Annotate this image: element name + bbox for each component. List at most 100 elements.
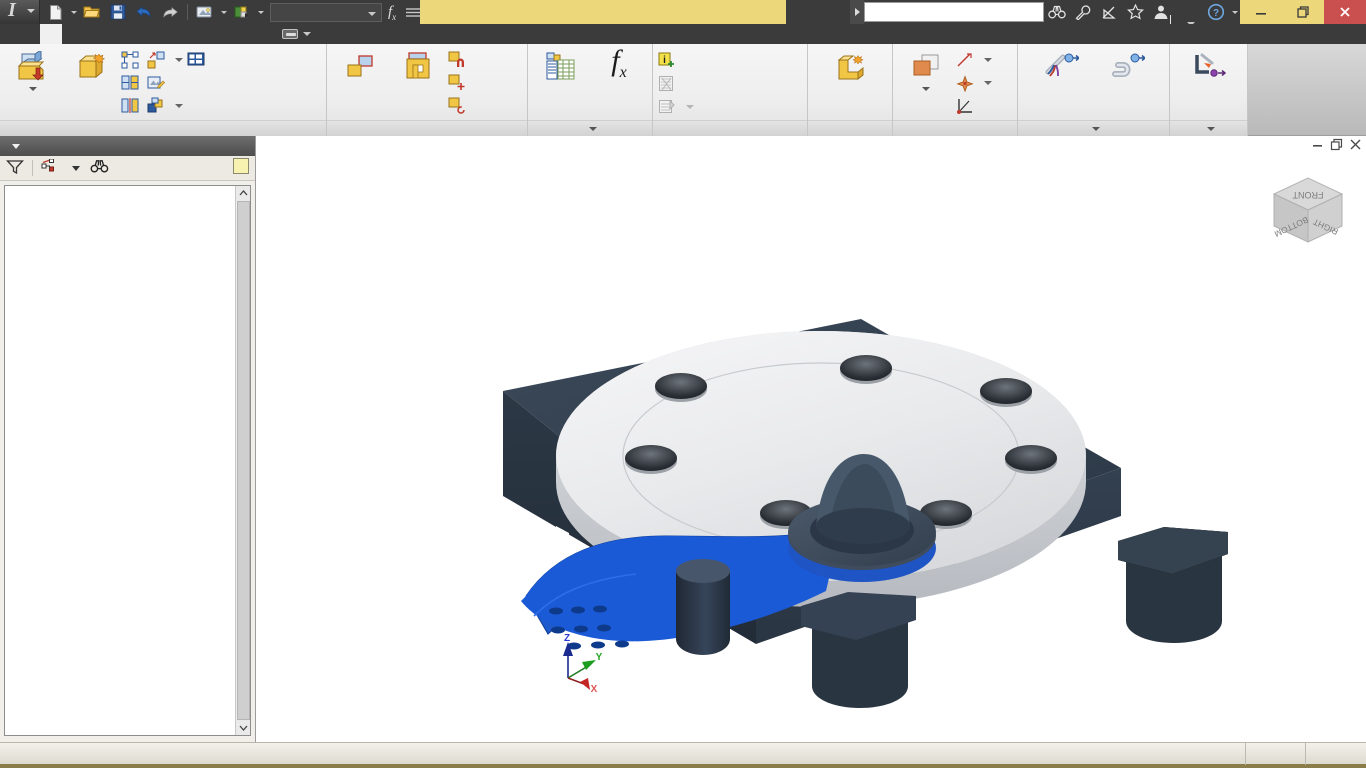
grip-snap-button[interactable] <box>447 48 473 71</box>
help-dropdown[interactable] <box>1228 0 1240 24</box>
help-button[interactable]: ? <box>1204 0 1228 24</box>
document-minimize-button[interactable] <box>1311 138 1324 154</box>
convert-weldment-button[interactable] <box>1176 47 1242 85</box>
graphics-viewport[interactable]: FRONT BOTTOM RIGHT Z Y X <box>256 136 1366 742</box>
icopy-button[interactable] <box>186 48 212 71</box>
create-ipart-button[interactable]: i <box>657 49 697 72</box>
create-substitutes-button[interactable] <box>817 47 883 85</box>
new-document-dropdown[interactable] <box>68 1 79 23</box>
assemble-icon <box>401 49 435 85</box>
tab-environments[interactable] <box>194 24 216 44</box>
binoculars-find-icon[interactable] <box>90 159 109 177</box>
document-restore-button[interactable] <box>1330 138 1343 154</box>
ribbon-display-options[interactable] <box>260 24 311 44</box>
satellite-dish-icon[interactable] <box>1096 0 1122 24</box>
chevron-down-icon <box>29 87 37 91</box>
place-component-button[interactable] <box>4 47 62 91</box>
assembly-view-icon <box>41 158 58 177</box>
chevron-down-icon <box>588 126 597 131</box>
mirror-icon <box>120 96 140 116</box>
undo-button[interactable] <box>131 1 157 23</box>
tab-manage[interactable] <box>150 24 172 44</box>
rotate-icon <box>447 96 467 116</box>
material-dropdown[interactable] <box>255 1 266 23</box>
assembly-view-selector[interactable] <box>41 158 80 177</box>
assembly-3d-model[interactable] <box>256 196 1366 742</box>
move-button[interactable] <box>447 71 473 94</box>
restore-button[interactable] <box>1282 0 1324 24</box>
pattern-icon <box>120 50 140 70</box>
open-folder-button[interactable] <box>79 1 105 23</box>
appearance-button[interactable] <box>192 1 218 23</box>
cable-harness-button[interactable] <box>1028 47 1094 85</box>
browser-help-button[interactable] <box>233 158 249 174</box>
tab-view[interactable] <box>172 24 194 44</box>
assemble-button[interactable] <box>389 47 447 85</box>
browser-header[interactable] <box>0 136 255 156</box>
ipart-small-col: i <box>657 47 697 118</box>
new-document-button[interactable] <box>42 1 68 23</box>
shrinkwrap-button[interactable] <box>146 94 186 117</box>
application-menu-button[interactable]: I <box>0 0 40 24</box>
search-expand-arrow[interactable] <box>850 0 864 24</box>
window-controls <box>1240 0 1366 24</box>
constrain-button[interactable] <box>331 47 389 85</box>
tab-model[interactable] <box>84 24 106 44</box>
filter-funnel-icon[interactable] <box>6 159 24 178</box>
ribbon-empty-area <box>1248 44 1366 135</box>
replace-button[interactable] <box>146 48 186 71</box>
parameters-button[interactable]: fx <box>590 45 648 85</box>
convert-weldment-icon <box>1192 49 1226 85</box>
color-selector[interactable] <box>270 2 382 22</box>
tab-get-started[interactable] <box>238 24 260 44</box>
save-button[interactable] <box>105 1 131 23</box>
axis-label-y: Y <box>596 652 603 663</box>
document-close-button[interactable] <box>1349 138 1362 154</box>
work-axis-button[interactable] <box>955 48 995 71</box>
browser-scrollbar[interactable] <box>235 186 250 735</box>
scroll-down-button[interactable] <box>235 720 250 735</box>
chevron-down-icon <box>175 103 183 108</box>
model-tree[interactable] <box>5 186 235 735</box>
redo-button[interactable] <box>157 1 183 23</box>
appearance-dropdown[interactable] <box>218 1 229 23</box>
material-button[interactable] <box>229 1 255 23</box>
panel-title-begin <box>1018 120 1169 136</box>
tab-inspect[interactable] <box>106 24 128 44</box>
create-component-button[interactable] <box>62 47 120 85</box>
tab-design[interactable] <box>62 24 84 44</box>
copy-button[interactable] <box>120 71 146 94</box>
mirror-button[interactable] <box>120 94 146 117</box>
binoculars-icon[interactable] <box>1044 0 1070 24</box>
bill-of-materials-button[interactable] <box>532 47 590 85</box>
ucs-button[interactable] <box>955 94 995 117</box>
copy-icon <box>120 73 140 93</box>
tube-pipe-icon <box>1109 49 1145 85</box>
tube-pipe-button[interactable] <box>1094 47 1160 85</box>
create-ipart-icon: i <box>657 51 677 71</box>
minimize-button[interactable] <box>1240 0 1282 24</box>
wrench-icon[interactable] <box>1070 0 1096 24</box>
tab-tools[interactable] <box>128 24 150 44</box>
edit-spreadsheet-button[interactable] <box>657 72 697 95</box>
make-layout-button[interactable] <box>146 71 186 94</box>
pattern-button[interactable] <box>120 48 146 71</box>
close-button[interactable] <box>1324 0 1366 24</box>
work-point-button[interactable] <box>955 71 995 94</box>
tab-vault[interactable] <box>216 24 238 44</box>
ribbon-panel-work-features <box>893 44 1018 136</box>
scroll-up-button[interactable] <box>235 186 250 201</box>
view-cube[interactable]: FRONT BOTTOM RIGHT <box>1260 166 1356 252</box>
star-icon[interactable] <box>1122 0 1148 24</box>
title-bar: I fx ? <box>0 0 1366 29</box>
chevron-down-icon <box>1092 126 1100 131</box>
work-plane-button[interactable] <box>897 47 955 91</box>
edit-factory-scope-button[interactable] <box>657 95 697 118</box>
component-small-col-1 <box>120 47 146 117</box>
parameters-fx-button[interactable]: fx <box>382 4 402 22</box>
search-input[interactable] <box>864 2 1044 22</box>
rotate-button[interactable] <box>447 94 473 117</box>
tab-assemble[interactable] <box>40 24 62 44</box>
chevron-down-icon <box>72 165 80 171</box>
ribbon-panel-ipart: i <box>653 44 808 136</box>
